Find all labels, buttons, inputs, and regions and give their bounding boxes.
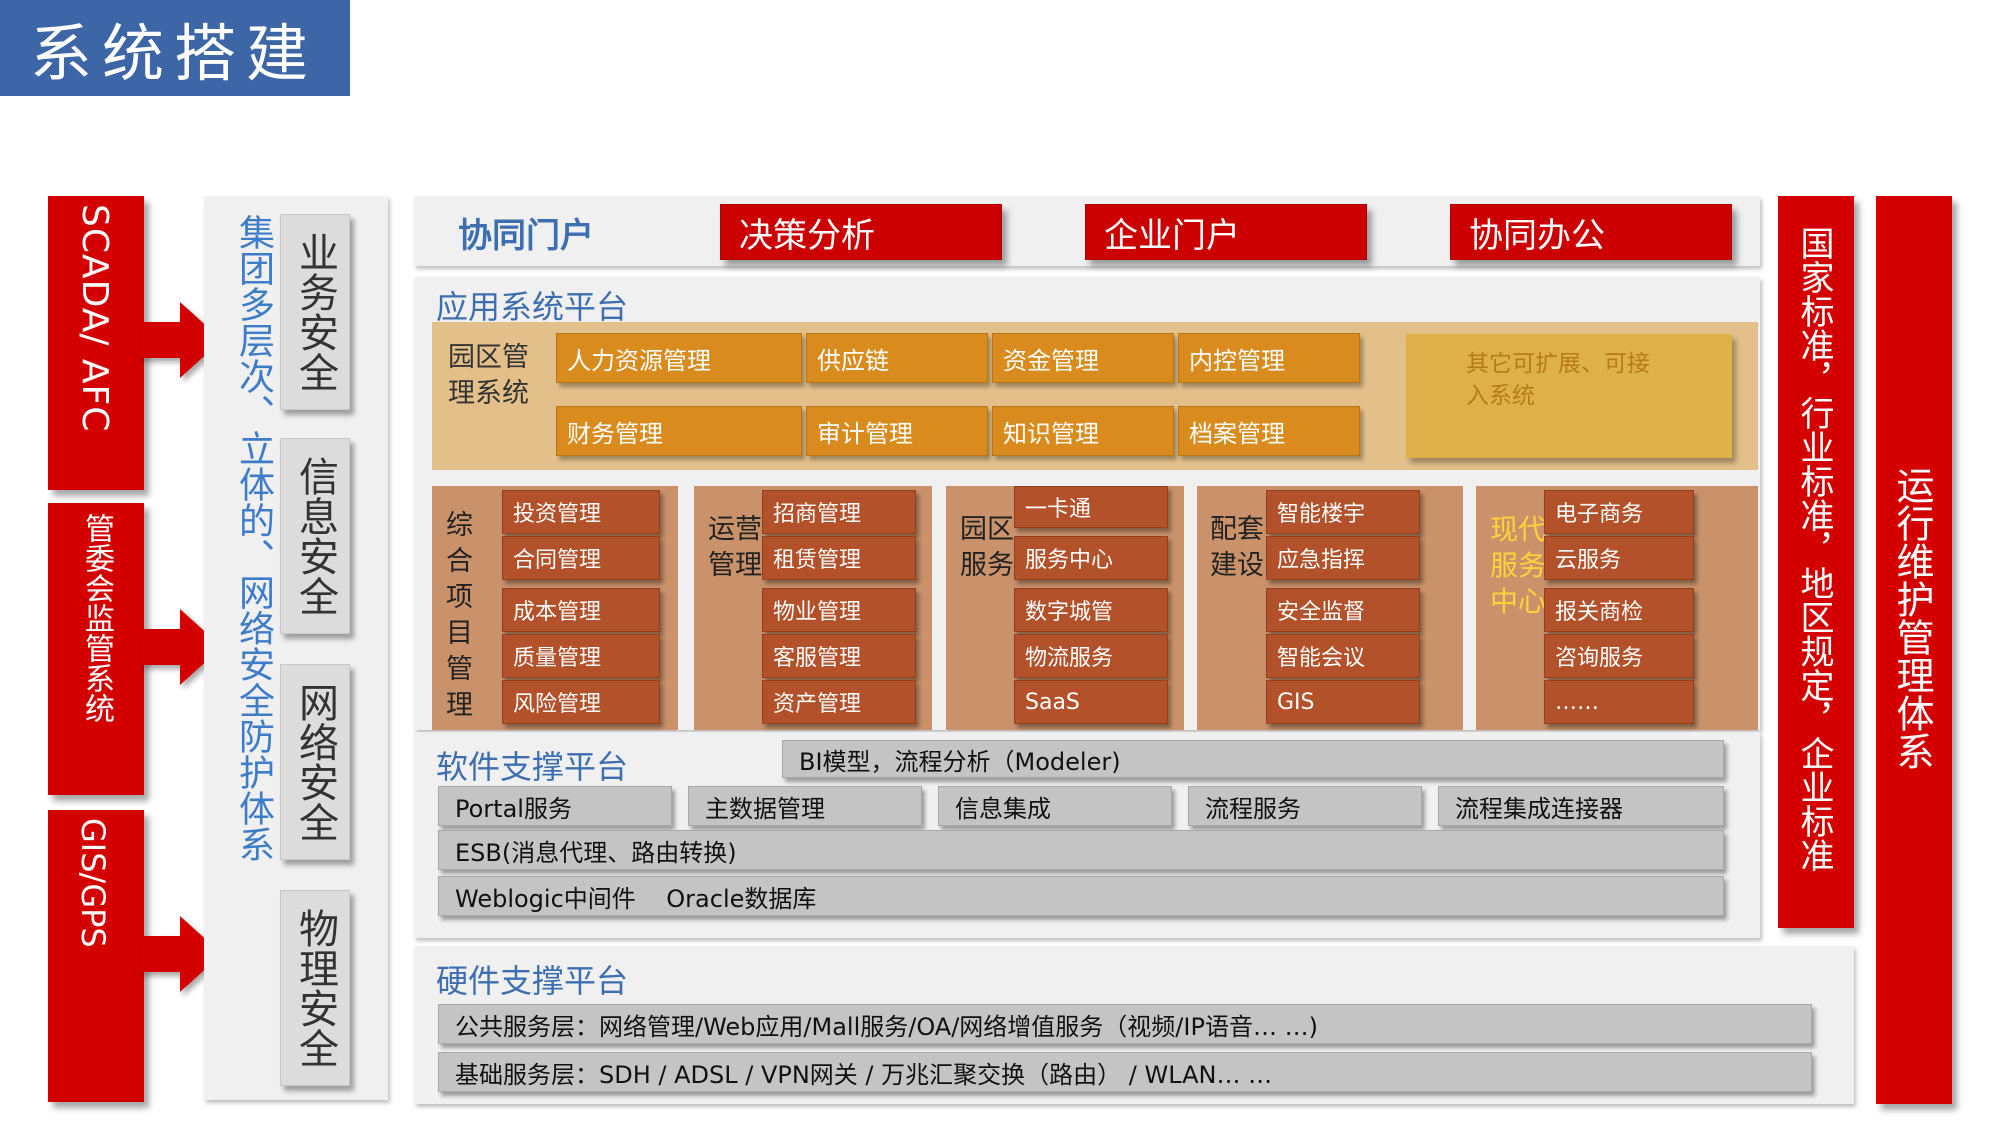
tile-gis: GIS bbox=[1266, 680, 1420, 724]
tile-supply: 供应链 bbox=[806, 333, 988, 383]
sw-info-integration: 信息集成 bbox=[938, 786, 1172, 826]
tile-investment: 投资管理 bbox=[502, 490, 660, 534]
tile-emergency: 应急指挥 bbox=[1266, 536, 1420, 580]
tile-asset: 资产管理 bbox=[762, 680, 916, 724]
tile-cloud: 云服务 bbox=[1544, 536, 1694, 580]
tile-property: 物业管理 bbox=[762, 588, 916, 632]
tile-hr: 人力资源管理 bbox=[556, 333, 802, 383]
tile-funds: 资金管理 bbox=[992, 333, 1174, 383]
sw-connector: 流程集成连接器 bbox=[1438, 786, 1724, 826]
portal-item-office: 协同办公 bbox=[1450, 204, 1732, 260]
tile-digital-city: 数字城管 bbox=[1014, 588, 1168, 632]
sw-portal: Portal服务 bbox=[438, 786, 672, 826]
portal-item-decision: 决策分析 bbox=[720, 204, 1002, 260]
ops-management-bar: 运行维护管理体系 bbox=[1876, 196, 1952, 1104]
tile-customs: 报关商检 bbox=[1544, 588, 1694, 632]
portal-label: 协同门户 bbox=[458, 216, 594, 256]
standards-bar: 国家标准，行业标准，地区规定，企业标准 bbox=[1778, 196, 1854, 928]
tile-risk: 风险管理 bbox=[502, 680, 660, 724]
security-card-physical: 物理安全 bbox=[280, 890, 350, 1086]
tile-quality: 质量管理 bbox=[502, 634, 660, 678]
tile-archive: 档案管理 bbox=[1178, 406, 1360, 456]
tile-service-center: 服务中心 bbox=[1014, 536, 1168, 580]
group-label-supporting: 配套建设 bbox=[1210, 514, 1264, 581]
tile-more: …… bbox=[1544, 680, 1694, 724]
tile-audit: 审计管理 bbox=[806, 406, 988, 456]
portal-item-enterprise: 企业门户 bbox=[1085, 204, 1367, 260]
base-service-bar: 基础服务层：SDH / ADSL / VPN网关 / 万兆汇聚交换（路由） / … bbox=[438, 1052, 1812, 1092]
tile-knowledge: 知识管理 bbox=[992, 406, 1174, 456]
tile-internal: 内控管理 bbox=[1178, 333, 1360, 383]
standards-label: 国家标准，行业标准，地区规定，企业标准 bbox=[1794, 226, 1834, 872]
public-service-bar: 公共服务层：网络管理/Web应用/Mall服务/OA/网络增值服务（视频/IP语… bbox=[438, 1004, 1812, 1044]
group-label-project: 综合项目管理 bbox=[446, 510, 473, 721]
hardware-platform-title: 硬件支撑平台 bbox=[436, 962, 629, 1000]
sw-master-data: 主数据管理 bbox=[688, 786, 922, 826]
tile-consulting: 咨询服务 bbox=[1544, 634, 1694, 678]
tile-logistics: 物流服务 bbox=[1014, 634, 1168, 678]
esb-bar: ESB(消息代理、路由转换) bbox=[438, 830, 1724, 870]
bi-bar: BI模型，流程分析（Modeler) bbox=[782, 740, 1724, 778]
extensible-systems-box: 其它可扩展、可接入系统 bbox=[1406, 334, 1732, 458]
park-system-label: 园区管理系统 bbox=[448, 342, 529, 409]
tile-finance: 财务管理 bbox=[556, 406, 802, 456]
security-card-network: 网络安全 bbox=[280, 664, 350, 860]
middleware-bar: Weblogic中间件 Oracle数据库 bbox=[438, 876, 1724, 916]
tile-meeting: 智能会议 bbox=[1266, 634, 1420, 678]
tile-investment-attract: 招商管理 bbox=[762, 490, 916, 534]
tile-lease: 租赁管理 bbox=[762, 536, 916, 580]
group-label-operations: 运营管理 bbox=[708, 514, 762, 581]
tile-smart-building: 智能楼宇 bbox=[1266, 490, 1420, 534]
tile-safety: 安全监督 bbox=[1266, 588, 1420, 632]
security-side-label: 集团多层次、立体的、网络安全防护体系 bbox=[233, 214, 274, 862]
tile-ecommerce: 电子商务 bbox=[1544, 490, 1694, 534]
security-card-business: 业务安全 bbox=[280, 214, 350, 410]
security-card-information: 信息安全 bbox=[280, 438, 350, 634]
sw-process: 流程服务 bbox=[1188, 786, 1422, 826]
tile-saas: SaaS bbox=[1014, 680, 1168, 724]
tile-contract: 合同管理 bbox=[502, 536, 660, 580]
software-platform-title: 软件支撑平台 bbox=[436, 748, 629, 786]
group-label-park-service: 园区服务 bbox=[960, 514, 1014, 581]
ops-management-label: 运行维护管理体系 bbox=[1890, 466, 1934, 770]
tile-cost: 成本管理 bbox=[502, 588, 660, 632]
group-label-modern-service: 现代服务中心 bbox=[1490, 513, 1547, 618]
tile-customer: 客服管理 bbox=[762, 634, 916, 678]
tile-card: 一卡通 bbox=[1014, 486, 1168, 528]
